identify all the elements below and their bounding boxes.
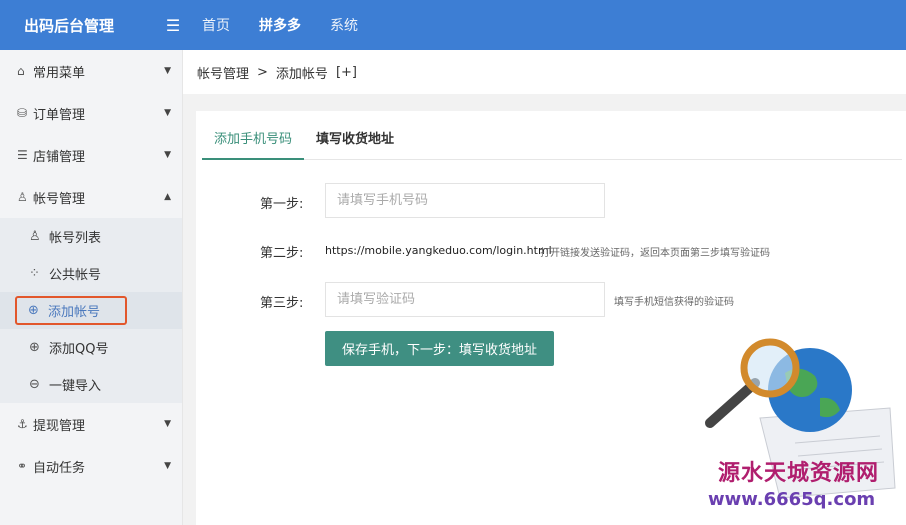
watermark-title: 源水天城资源网 [718,460,880,486]
grid-icon: ⁘ [29,266,40,281]
verification-code-input[interactable] [325,282,605,317]
step3-label: 第三步: [260,296,304,311]
step1-label: 第一步: [260,197,304,212]
menu-collapse-icon[interactable]: ☰ [158,16,188,35]
sidebar-item-label: 帐号列表 [49,231,102,246]
sidebar-item-label: 自动任务 [33,460,86,476]
sidebar-item-accounts[interactable]: ♙ 帐号管理 ▲ [0,176,182,218]
top-nav: 首页 拼多多 系统 [202,15,387,35]
sidebar-item-withdrawals[interactable]: ⚓ 提现管理 ▼ [0,403,182,445]
import-icon: ⊖ [29,377,40,392]
step2-label: 第二步: [260,246,304,261]
accounts-submenu: ♙ 帐号列表 ⁘ 公共帐号 ⊕ 添加帐号 ⊕ 添加QQ号 ⊖ 一键导入 [0,218,182,403]
chevron-down-icon: ▼ [164,66,171,76]
sidebar-item-account-list[interactable]: ♙ 帐号列表 [0,218,182,255]
nav-system[interactable]: 系统 [330,15,358,35]
plus-circle-icon: ⊕ [29,340,40,355]
tab-bar: 添加手机号码 填写收货地址 [202,129,902,160]
breadcrumb-current: 添加帐号 [275,66,328,82]
user-icon: ♙ [17,190,28,204]
step2-hint: 打开链接发送验证码，返回本页面第三步填写验证码 [540,248,770,259]
list-icon: ☰ [17,148,28,162]
step3-hint: 填写手机短信获得的验证码 [614,297,734,308]
database-icon: ⛁ [17,106,28,120]
sidebar-item-label: 添加QQ号 [49,342,109,357]
new-tab-link[interactable]: [+] [336,65,357,80]
top-bar: 出码后台管理 ☰ 首页 拼多多 系统 [0,0,906,50]
breadcrumb-separator: > [257,64,268,80]
sidebar-item-shops[interactable]: ☰ 店铺管理 ▼ [0,134,182,176]
sidebar-item-label: 添加帐号 [48,305,101,320]
chevron-down-icon: ▼ [164,150,171,160]
plus-circle-icon: ⊕ [28,303,39,318]
phone-input[interactable] [325,183,605,218]
home-icon: ⌂ [17,64,25,78]
anchor-icon: ⚓ [17,417,28,431]
sidebar-item-public-accounts[interactable]: ⁘ 公共帐号 [0,255,182,292]
sidebar-item-add-account[interactable]: ⊕ 添加帐号 [0,292,182,329]
sidebar-item-label: 帐号管理 [33,191,86,207]
chevron-down-icon: ▼ [164,108,171,118]
tab-add-phone[interactable]: 添加手机号码 [202,129,305,160]
chevron-up-icon: ▲ [164,192,171,202]
breadcrumb: 帐号管理 > 添加帐号 [+] [183,50,906,94]
nav-pinduoduo[interactable]: 拼多多 [259,15,301,35]
link-icon: ⚭ [17,459,28,473]
app-title: 出码后台管理 [24,16,115,35]
sidebar-item-label: 一键导入 [49,379,102,394]
sidebar-item-auto-tasks[interactable]: ⚭ 自动任务 ▼ [0,445,182,487]
sidebar-item-common-menu[interactable]: ⌂ 常用菜单 ▼ [0,50,182,92]
sidebar-item-label: 公共帐号 [49,268,102,283]
sidebar-item-one-click-import[interactable]: ⊖ 一键导入 [0,366,182,403]
login-link[interactable]: https://mobile.yangkeduo.com/login.html [325,244,552,257]
sidebar: ⌂ 常用菜单 ▼ ⛁ 订单管理 ▼ ☰ 店铺管理 ▼ ♙ 帐号管理 ▲ ♙ 帐号… [0,50,183,525]
chevron-down-icon: ▼ [164,461,171,471]
sidebar-item-label: 常用菜单 [33,65,86,81]
sidebar-item-label: 店铺管理 [33,149,86,165]
breadcrumb-parent[interactable]: 帐号管理 [197,63,249,82]
sidebar-item-label: 订单管理 [33,107,86,123]
chevron-down-icon: ▼ [164,419,171,429]
watermark-url: www.6665q.com [708,489,876,510]
nav-home[interactable]: 首页 [202,15,230,35]
save-phone-next-button[interactable]: 保存手机，下一步：填写收货地址 [325,331,554,366]
sidebar-item-add-qq[interactable]: ⊕ 添加QQ号 [0,329,182,366]
active-highlight: ⊕ 添加帐号 [15,296,128,325]
tab-fill-address[interactable]: 填写收货地址 [304,129,406,160]
sidebar-item-orders[interactable]: ⛁ 订单管理 ▼ [0,92,182,134]
sidebar-item-label: 提现管理 [33,418,86,434]
user-icon: ♙ [29,229,41,244]
